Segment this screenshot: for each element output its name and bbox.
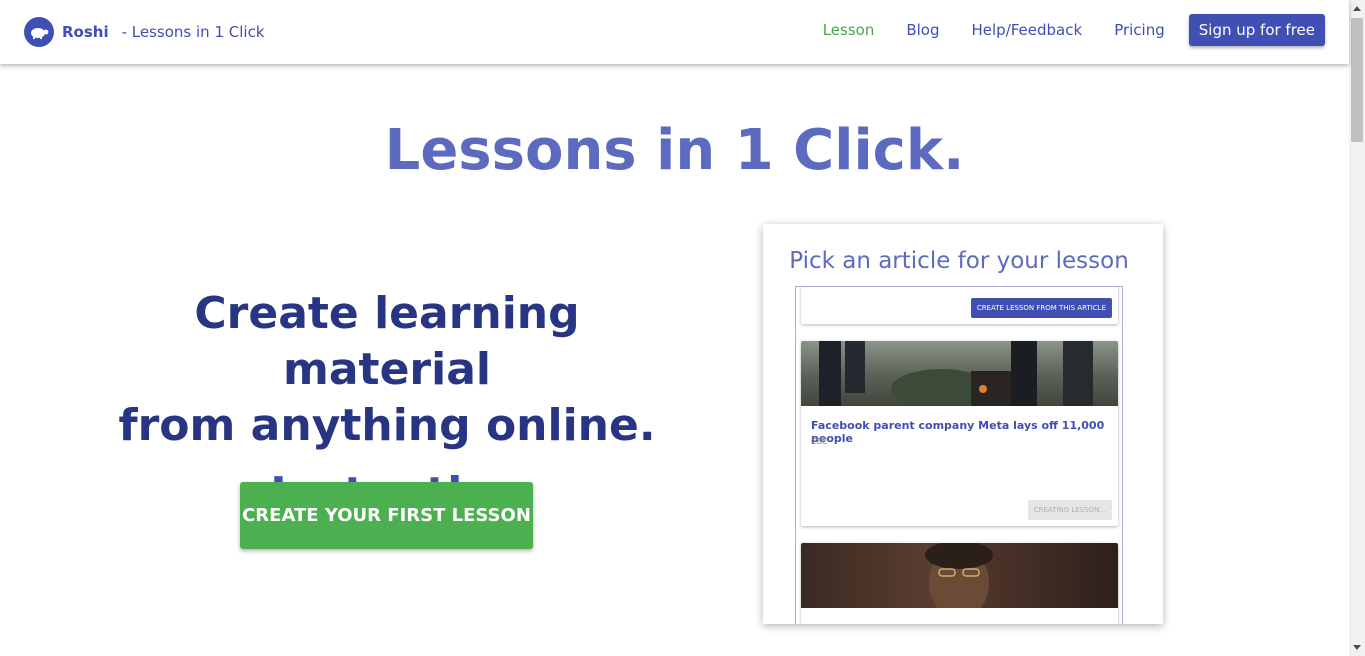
creating-lesson-button: CREATING LESSON... [1027, 500, 1112, 520]
article-list[interactable]: CREATE LESSON FROM THIS ARTICLE Facebook… [795, 286, 1123, 624]
article-card: CREATE LESSON FROM THIS ARTICLE [801, 287, 1118, 324]
article-thumbnail [801, 543, 1118, 608]
headline-line-2: from anything online. [118, 400, 656, 451]
headline-line-1: Create learning material [194, 288, 580, 395]
top-navbar: Roshi - Lessons in 1 Click Lesson Blog H… [0, 0, 1349, 64]
nav-link-help-feedback[interactable]: Help/Feedback [972, 21, 1083, 39]
preview-title: Pick an article for your lesson [789, 248, 1129, 274]
article-card: Facebook parent company Meta lays off 11… [801, 341, 1118, 526]
create-first-lesson-button[interactable]: CREATE YOUR FIRST LESSON [240, 482, 533, 549]
article-source: CBC [811, 437, 828, 446]
article-card [801, 543, 1118, 624]
hero-title: Lessons in 1 Click. [384, 118, 965, 183]
brand[interactable]: Roshi - Lessons in 1 Click [24, 17, 265, 47]
nav-link-pricing[interactable]: Pricing [1114, 21, 1165, 39]
create-lesson-from-article-button[interactable]: CREATE LESSON FROM THIS ARTICLE [970, 298, 1112, 318]
nav-link-lesson[interactable]: Lesson [823, 21, 875, 39]
article-thumbnail [801, 341, 1118, 406]
brand-name[interactable]: Roshi [62, 23, 109, 41]
nav-links: Lesson Blog Help/Feedback Pricing Sign u… [791, 14, 1325, 46]
signup-button[interactable]: Sign up for free [1188, 14, 1325, 46]
scroll-down-arrow-icon[interactable] [1349, 640, 1365, 656]
article-title[interactable]: Facebook parent company Meta lays off 11… [811, 419, 1118, 445]
turtle-logo-icon [24, 17, 54, 47]
scrollbar-thumb[interactable] [1351, 18, 1363, 142]
scroll-up-arrow-icon[interactable] [1349, 0, 1365, 16]
page-scrollbar[interactable] [1349, 0, 1365, 656]
article-picker-preview: Pick an article for your lesson CREATE L… [763, 224, 1163, 624]
brand-tagline: - Lessons in 1 Click [121, 23, 265, 41]
nav-link-blog[interactable]: Blog [906, 21, 939, 39]
